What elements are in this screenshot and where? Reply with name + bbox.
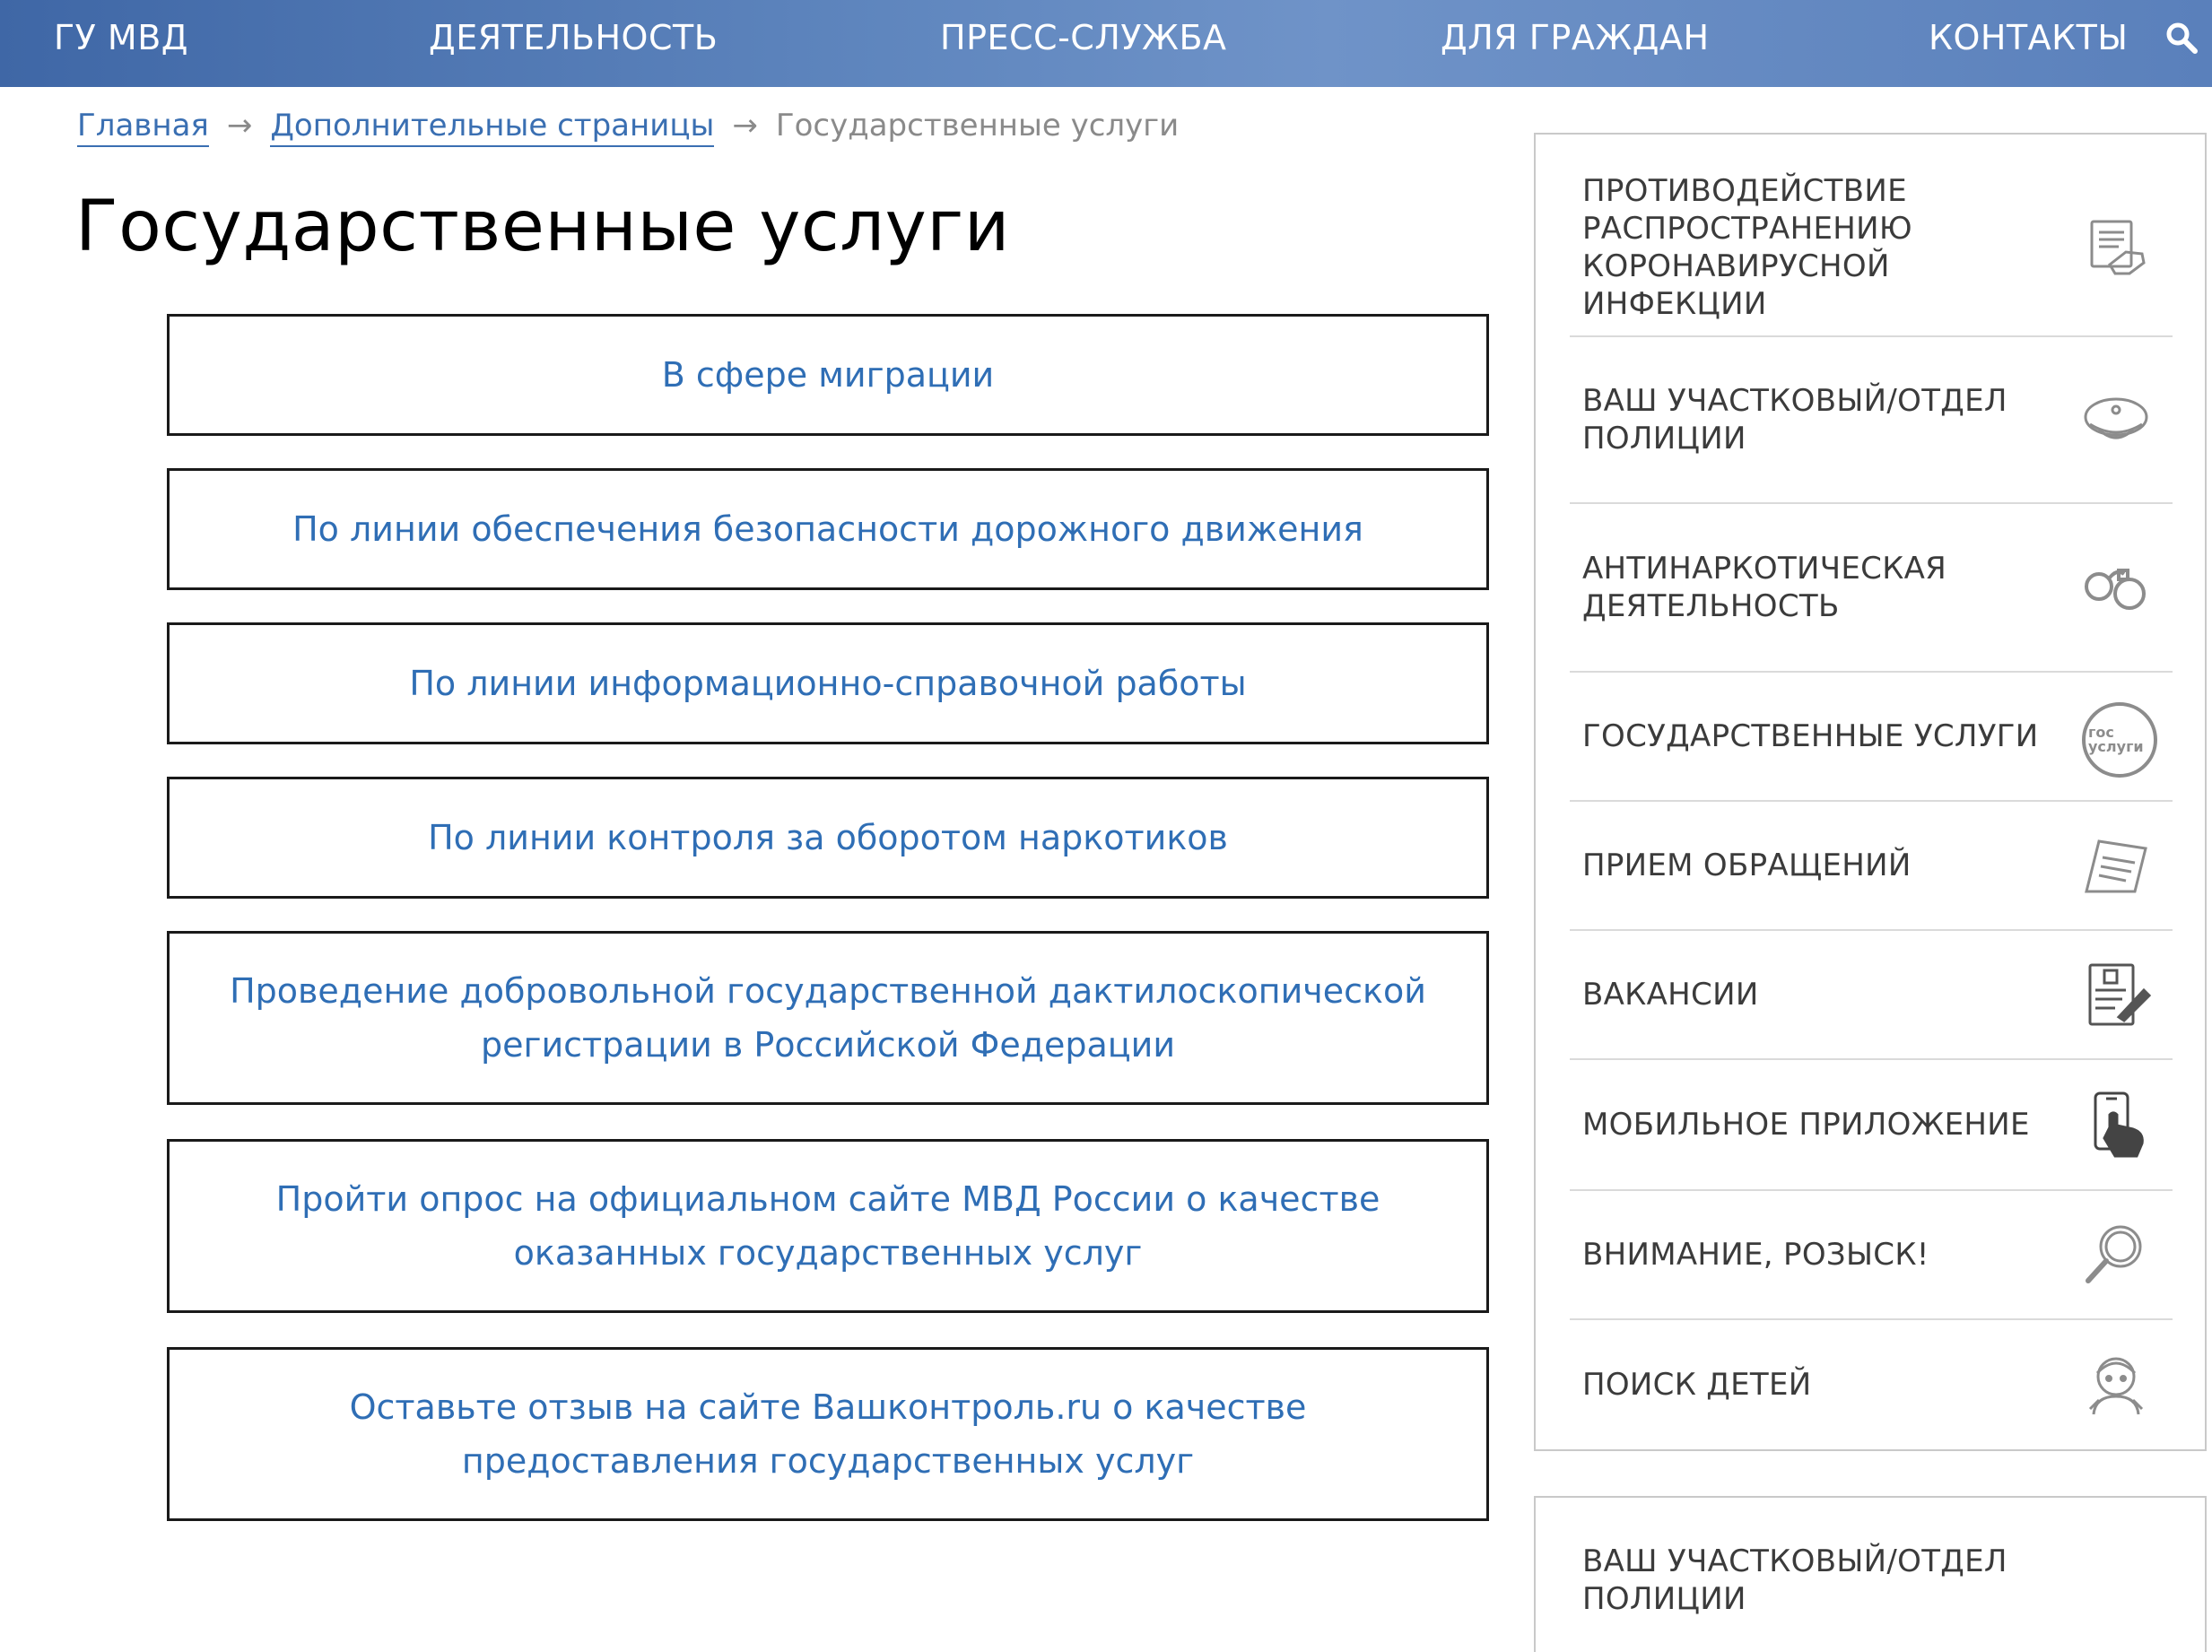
sidebar-item-child-search[interactable]: ПОИСК ДЕТЕЙ <box>1570 1320 2173 1449</box>
sidebar-panel-secondary: ВАШ УЧАСТКОВЫЙ/ОТДЕЛ ПОЛИЦИИ <box>1534 1496 2207 1652</box>
service-button-road-safety[interactable]: По линии обеспечения безопасности дорожн… <box>167 468 1489 590</box>
police-cap-icon <box>2079 383 2153 456</box>
breadcrumb: Главная → Дополнительные страницы → Государс… <box>77 108 1179 152</box>
search-icon[interactable] <box>2164 20 2199 56</box>
service-button-survey-mvd[interactable]: Пройти опрос на официальном сайте МВД Ро… <box>167 1139 1489 1313</box>
sidebar-item-label: ГОСУДАРСТВЕННЫЕ УСЛУГИ <box>1582 718 2039 754</box>
sidebar-item-mobile-app[interactable]: МОБИЛЬНОЕ ПРИЛОЖЕНИЕ <box>1570 1060 2173 1191</box>
sidebar-item-vacancies[interactable]: ВАКАНСИИ <box>1570 931 2173 1060</box>
sidebar-item-label: МОБИЛЬНОЕ ПРИЛОЖЕНИЕ <box>1582 1107 2030 1143</box>
service-button-migration[interactable]: В сфере миграции <box>167 314 1489 436</box>
sidebar-item-label: ВАКАНСИИ <box>1582 977 1759 1013</box>
sidebar-item-label: ВАШ УЧАСТКОВЫЙ/ОТДЕЛ ПОЛИЦИИ <box>1582 383 2007 456</box>
sidebar-item-wanted[interactable]: ВНИМАНИЕ, РОЗЫСК! <box>1570 1191 2173 1320</box>
service-button-fingerprinting[interactable]: Проведение добровольной государственной … <box>167 931 1489 1105</box>
sidebar-item-antidrug[interactable]: АНТИНАРКОТИЧЕСКАЯ ДЕЯТЕЛЬНОСТЬ <box>1570 504 2173 673</box>
nav-item-gu-mvd[interactable]: ГУ МВД <box>54 0 188 75</box>
gosuslugi-icon: гос услуги <box>2079 700 2157 778</box>
sidebar-item-gov-services[interactable]: ГОСУДАРСТВЕННЫЕ УСЛУГИ гос услуги <box>1570 673 2173 802</box>
sidebar-item-appeals[interactable]: ПРИЕМ ОБРАЩЕНИЙ <box>1570 802 2173 931</box>
resume-pen-icon <box>2079 958 2153 1031</box>
breadcrumb-current: Государственные услуги <box>775 108 1180 143</box>
sidebar-item-label: АНТИНАРКОТИЧЕСКАЯ ДЕЯТЕЛЬНОСТЬ <box>1582 551 1947 624</box>
paper-note-icon <box>2079 829 2153 902</box>
smartphone-hand-icon <box>2079 1088 2153 1161</box>
sidebar-item-district-officer[interactable]: ВАШ УЧАСТКОВЫЙ/ОТДЕЛ ПОЛИЦИИ <box>1570 337 2173 504</box>
nav-item-contacts[interactable]: КОНТАКТЫ <box>1929 0 2128 75</box>
magnifier-icon <box>2079 1218 2153 1291</box>
page-title: Государственные услуги <box>75 187 1010 267</box>
handcuffs-icon <box>2079 551 2153 624</box>
sidebar-item-label: ПРОТИВОДЕЙСТВИЕ РАСПРОСТРАНЕНИЮ КОРОНАВИ… <box>1582 173 1912 322</box>
service-button-feedback-vashkontrol[interactable]: Оставьте отзыв на сайте Вашконтроль.ru о… <box>167 1347 1489 1521</box>
top-navigation-bar: ГУ МВД ДЕЯТЕЛЬНОСТЬ ПРЕСС-СЛУЖБА ДЛЯ ГРА… <box>0 0 2212 87</box>
sidebar-item-label: ПОИСК ДЕТЕЙ <box>1582 1367 1812 1403</box>
nav-item-citizens[interactable]: ДЛЯ ГРАЖДАН <box>1441 0 1710 75</box>
sidebar-panel: ПРОТИВОДЕЙСТВИЕ РАСПРОСТРАНЕНИЮ КОРОНАВИ… <box>1534 133 2207 1451</box>
nav-item-press[interactable]: ПРЕСС-СЛУЖБА <box>940 0 1227 75</box>
child-icon <box>2079 1348 2153 1422</box>
document-hand-icon <box>2079 211 2153 284</box>
breadcrumb-separator: → <box>226 108 253 143</box>
breadcrumb-home-link[interactable]: Главная <box>77 108 209 147</box>
sidebar-item-label: ВНИМАНИЕ, РОЗЫСК! <box>1582 1237 1929 1273</box>
sidebar-item-label: ПРИЕМ ОБРАЩЕНИЙ <box>1582 848 1912 883</box>
sidebar-secondary-label[interactable]: ВАШ УЧАСТКОВЫЙ/ОТДЕЛ ПОЛИЦИИ <box>1582 1543 2049 1618</box>
gosuslugi-icon-text: услуги <box>2088 738 2144 755</box>
breadcrumb-separator: → <box>732 108 758 143</box>
service-button-info-reference[interactable]: По линии информационно-справочной работы <box>167 622 1489 744</box>
sidebar-item-coronavirus[interactable]: ПРОТИВОДЕЙСТВИЕ РАСПРОСТРАНЕНИЮ КОРОНАВИ… <box>1570 160 2173 337</box>
nav-item-activity[interactable]: ДЕЯТЕЛЬНОСТЬ <box>429 0 718 75</box>
service-button-drug-control[interactable]: По линии контроля за оборотом наркотиков <box>167 777 1489 899</box>
breadcrumb-parent-link[interactable]: Дополнительные страницы <box>270 108 715 147</box>
